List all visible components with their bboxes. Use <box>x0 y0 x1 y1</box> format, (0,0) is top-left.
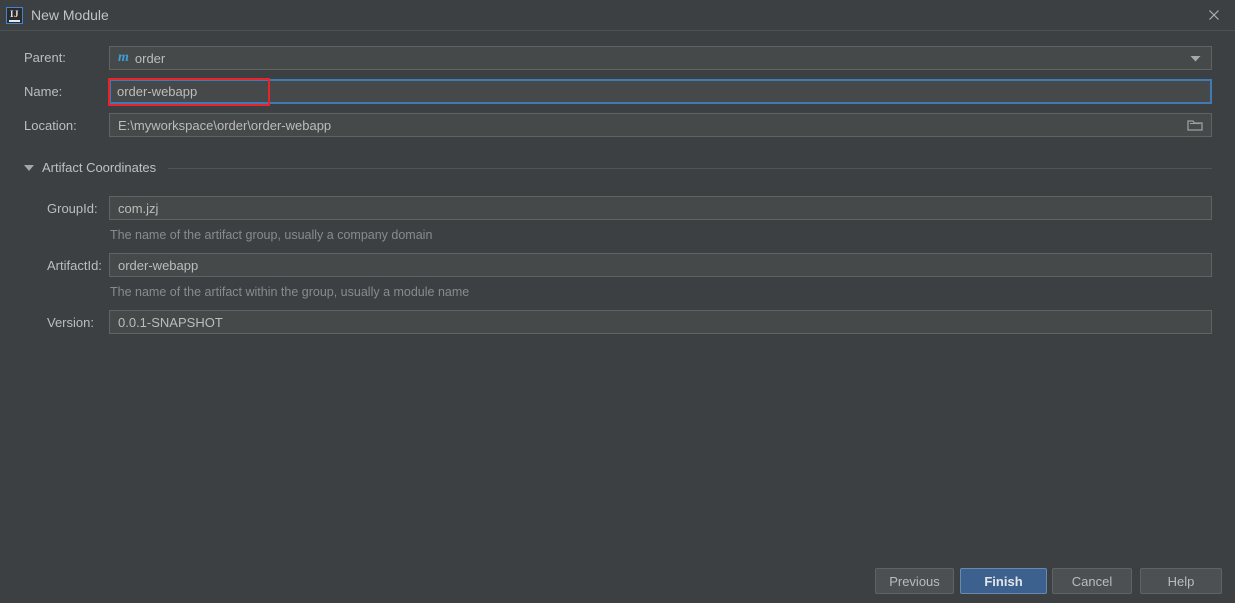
name-input[interactable]: order-webapp <box>109 79 1212 104</box>
parent-value: order <box>134 50 166 66</box>
folder-icon[interactable] <box>1187 114 1203 136</box>
artifactid-hint: The name of the artifact within the grou… <box>110 285 470 299</box>
groupid-input[interactable]: com.jzj <box>109 196 1212 220</box>
triangle-down-icon[interactable] <box>24 165 34 171</box>
version-input[interactable]: 0.0.1-SNAPSHOT <box>109 310 1212 334</box>
groupid-value: com.jzj <box>118 200 159 216</box>
artifact-coordinates-title: Artifact Coordinates <box>42 160 157 175</box>
location-label: Location: <box>24 118 77 133</box>
name-label: Name: <box>24 84 63 99</box>
maven-module-icon: m <box>118 50 129 65</box>
parent-combobox[interactable]: m order <box>109 46 1212 70</box>
dialog-titlebar: IJ New Module <box>0 0 1235 31</box>
parent-label: Parent: <box>24 50 66 65</box>
name-value: order-webapp <box>117 84 198 99</box>
artifactid-input[interactable]: order-webapp <box>109 253 1212 277</box>
chevron-down-icon[interactable] <box>1190 47 1201 69</box>
groupid-hint: The name of the artifact group, usually … <box>110 228 433 242</box>
location-value: E:\myworkspace\order\order-webapp <box>118 117 332 133</box>
finish-button[interactable]: Finish <box>960 568 1047 594</box>
groupid-label: GroupId: <box>47 201 98 216</box>
intellij-idea-icon: IJ <box>6 7 23 24</box>
version-label: Version: <box>47 315 94 330</box>
dialog-title: New Module <box>31 7 109 23</box>
version-value: 0.0.1-SNAPSHOT <box>118 314 223 330</box>
artifactid-value: order-webapp <box>118 257 199 273</box>
cancel-button[interactable]: Cancel <box>1052 568 1132 594</box>
close-icon[interactable] <box>1203 5 1225 25</box>
artifactid-label: ArtifactId: <box>47 258 102 273</box>
help-button[interactable]: Help <box>1140 568 1222 594</box>
section-divider <box>168 168 1212 169</box>
new-module-dialog: IJ New Module Parent: m order Name: orde… <box>0 0 1235 603</box>
location-input[interactable]: E:\myworkspace\order\order-webapp <box>109 113 1212 137</box>
artifact-coordinates-section-header[interactable]: Artifact Coordinates <box>24 160 156 176</box>
previous-button[interactable]: Previous <box>875 568 954 594</box>
